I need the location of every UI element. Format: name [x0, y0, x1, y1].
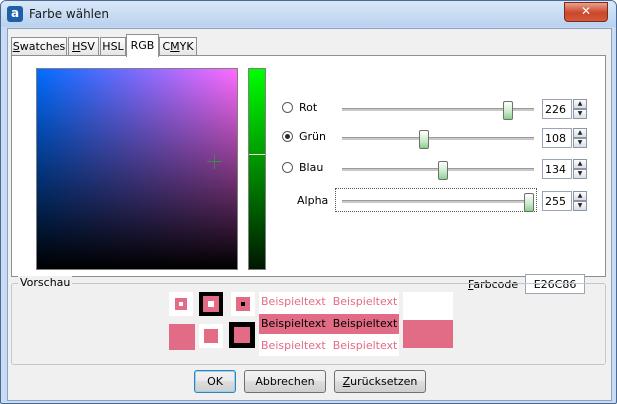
- close-button[interactable]: ✕: [564, 2, 608, 22]
- slider-blue-thumb[interactable]: [438, 161, 448, 180]
- tab-hsl[interactable]: HSL: [100, 37, 126, 56]
- preview-block-color: [403, 320, 453, 348]
- tab-hsv[interactable]: HSV: [68, 37, 99, 56]
- preview-swatch: [204, 329, 218, 343]
- preview-swatch-white-frame: [231, 292, 255, 316]
- spinner-blue-down-icon[interactable]: ▼: [573, 169, 587, 179]
- channel-bar-marker[interactable]: [249, 154, 265, 155]
- label-alpha: Alpha: [297, 194, 329, 207]
- slider-red[interactable]: [342, 101, 534, 120]
- radio-green[interactable]: [282, 131, 293, 142]
- preview-text-plain-bottom: Beispieltext Beispieltext: [261, 339, 398, 352]
- spinner-blue-up-icon[interactable]: ▲: [573, 159, 587, 169]
- preview-block-white: [403, 292, 453, 320]
- preview-swatch-large: [169, 324, 195, 350]
- spinner-alpha-down-icon[interactable]: ▼: [573, 201, 587, 211]
- preview-swatch-on-white: [199, 324, 223, 348]
- cancel-button[interactable]: Abbrechen: [244, 370, 326, 393]
- spinner-green: ▲ ▼: [542, 128, 588, 148]
- spinner-blue: ▲ ▼: [542, 159, 588, 179]
- slider-blue[interactable]: [342, 161, 534, 180]
- crosshair-vertical: [214, 154, 215, 169]
- spinner-green-down-icon[interactable]: ▼: [573, 138, 587, 148]
- spinner-red-up-icon[interactable]: ▲: [573, 99, 587, 109]
- channel-row-blue: Blau ▲ ▼: [282, 159, 602, 180]
- preview-swatch: [236, 297, 250, 311]
- ok-button[interactable]: OK: [194, 370, 236, 393]
- slider-alpha[interactable]: [342, 193, 534, 212]
- preview-text-plain: Beispieltext Beispieltext: [261, 295, 398, 308]
- close-icon: ✕: [580, 4, 592, 18]
- spinner-alpha-up-icon[interactable]: ▲: [573, 191, 587, 201]
- label-red: Rot: [299, 101, 318, 114]
- color-field[interactable]: [36, 68, 238, 270]
- channel-row-green: Grün ▲ ▼: [282, 128, 602, 149]
- input-green[interactable]: [542, 128, 572, 148]
- channel-row-red: Rot ▲ ▼: [282, 99, 602, 120]
- slider-green-thumb[interactable]: [419, 130, 429, 149]
- label-green: Grün: [299, 130, 326, 143]
- preview-swatch-small-white: [169, 292, 193, 316]
- radio-red[interactable]: [282, 102, 293, 113]
- spinner-red: ▲ ▼: [542, 99, 588, 119]
- spinner-alpha: ▲ ▼: [542, 191, 588, 211]
- input-blue[interactable]: [542, 159, 572, 179]
- preview-legend: Vorschau: [18, 276, 73, 289]
- slider-red-thumb[interactable]: [503, 101, 513, 120]
- label-blue: Blau: [299, 161, 324, 174]
- rgb-panel: Rot ▲ ▼ Grün ▲ ▼ Bla: [11, 55, 606, 294]
- input-red[interactable]: [542, 99, 572, 119]
- tab-rgb[interactable]: RGB: [126, 34, 159, 57]
- window-title: Farbe wählen: [29, 7, 109, 21]
- dialog-client: Swatches HSV HSL RGB CMYK Rot ▲ ▼: [7, 28, 612, 401]
- preview-group: Vorschau Beispieltext Beispieltext Beisp…: [11, 276, 606, 365]
- preview-swatch: [234, 327, 250, 343]
- slider-alpha-thumb[interactable]: [524, 193, 534, 212]
- preview-swatch: [203, 296, 219, 312]
- radio-blue[interactable]: [282, 162, 293, 173]
- reset-button[interactable]: Zurücksetzen: [334, 370, 426, 393]
- channel-row-alpha: Alpha ▲ ▼: [282, 188, 602, 212]
- title-bar[interactable]: a Farbe wählen ✕: [1, 1, 616, 27]
- tab-swatches[interactable]: Swatches: [11, 37, 67, 56]
- spinner-green-up-icon[interactable]: ▲: [573, 128, 587, 138]
- preview-swatch-black-frame: [199, 292, 223, 316]
- slider-green[interactable]: [342, 130, 534, 149]
- green-channel-bar[interactable]: [248, 68, 266, 270]
- app-icon: a: [7, 6, 23, 22]
- tab-cmyk[interactable]: CMYK: [159, 37, 197, 56]
- preview-swatch: [175, 298, 187, 310]
- preview-text-on-color: Beispieltext Beispieltext: [261, 317, 398, 330]
- input-alpha[interactable]: [542, 191, 572, 211]
- spinner-red-down-icon[interactable]: ▼: [573, 109, 587, 119]
- color-chooser-window: a Farbe wählen ✕ Swatches HSV HSL RGB CM…: [0, 0, 617, 404]
- preview-swatch-on-black: [229, 322, 255, 348]
- preview-text-area: Beispieltext Beispieltext Beispieltext B…: [259, 292, 399, 356]
